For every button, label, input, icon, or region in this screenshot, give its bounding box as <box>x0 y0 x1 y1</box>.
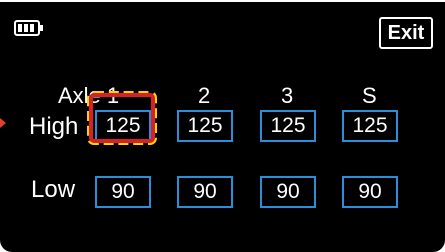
low-axle-3-value[interactable]: 90 <box>260 176 316 208</box>
low-axle-1-value[interactable]: 90 <box>95 176 151 208</box>
column-header-axle-2: 2 <box>198 83 211 108</box>
column-header-axle-s: S <box>362 83 377 108</box>
column-header-axle-3: 3 <box>281 83 294 108</box>
selection-highlight <box>87 91 157 145</box>
selection-arrow-icon <box>0 118 6 128</box>
high-axle-2-value[interactable]: 125 <box>177 110 233 142</box>
high-axle-s-value[interactable]: 125 <box>342 110 398 142</box>
low-axle-s-value[interactable]: 90 <box>342 176 398 208</box>
top-divider <box>0 0 445 2</box>
battery-icon <box>14 20 44 41</box>
axle-settings-screen: Exit Axle 1 2 3 S High Low 125 125 125 1… <box>0 0 445 252</box>
row-label-high: High <box>29 113 79 140</box>
low-axle-2-value[interactable]: 90 <box>177 176 233 208</box>
high-axle-3-value[interactable]: 125 <box>260 110 316 142</box>
row-label-low: Low <box>31 176 76 203</box>
exit-button[interactable]: Exit <box>379 17 433 49</box>
